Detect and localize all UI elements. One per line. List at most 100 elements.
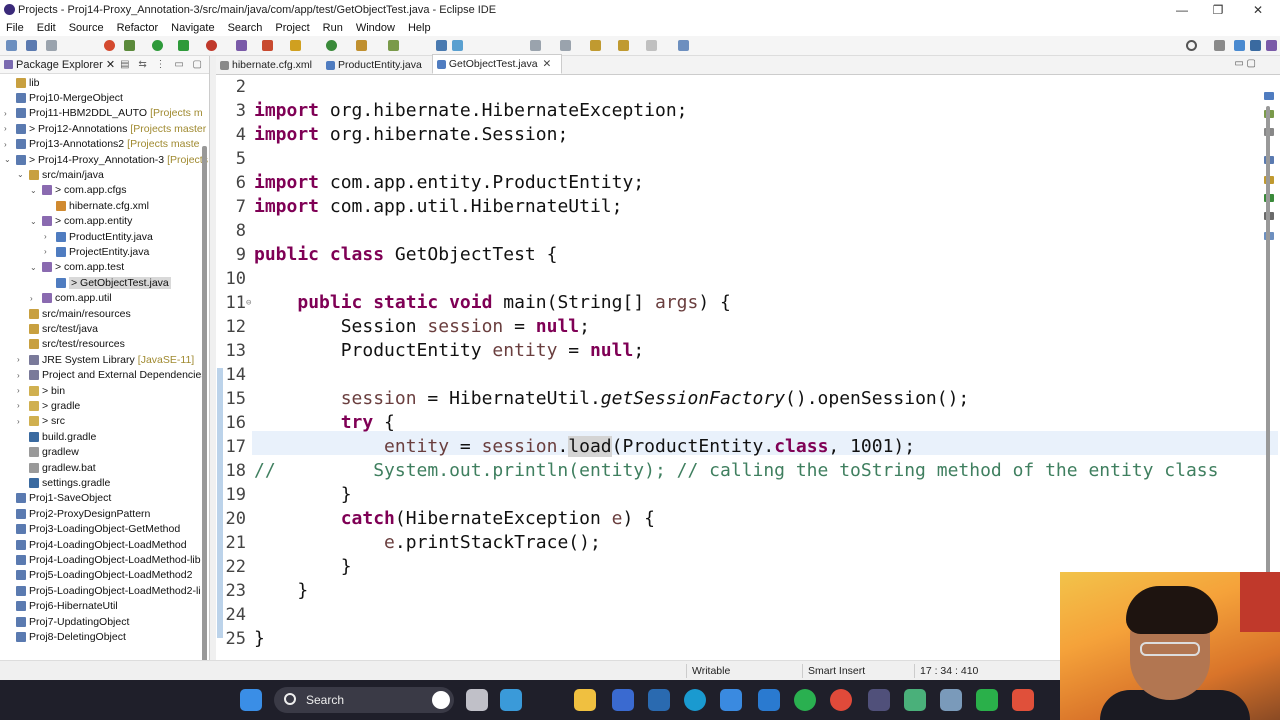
package-explorer-tab[interactable]: Package Explorer ✕ bbox=[0, 58, 119, 71]
menu-edit[interactable]: Edit bbox=[31, 20, 63, 36]
back-icon[interactable] bbox=[618, 40, 629, 51]
tree-vertical-scrollbar[interactable] bbox=[202, 146, 207, 676]
close-icon[interactable]: ✕ bbox=[103, 59, 115, 71]
view-menu-icon[interactable]: ▤ ⇆ ⋮ ▭ ▢ bbox=[120, 59, 205, 70]
tree-item[interactable]: Proj2-ProxyDesignPattern bbox=[16, 506, 150, 521]
new-package-icon[interactable] bbox=[262, 40, 273, 51]
expand-arrow-icon[interactable]: › bbox=[4, 109, 7, 118]
tree-item[interactable]: › ProductEntity.java bbox=[44, 229, 153, 244]
notepad-icon[interactable] bbox=[720, 689, 742, 711]
forward-icon[interactable] bbox=[646, 40, 657, 51]
tree-item[interactable]: settings.gradle bbox=[29, 475, 110, 490]
tree-item[interactable]: Proj5-LoadingObject-LoadMethod2-li bbox=[16, 583, 201, 598]
fold-icon[interactable]: ⊖ bbox=[246, 291, 251, 315]
menu-project[interactable]: Project bbox=[269, 20, 316, 36]
widgets-icon[interactable] bbox=[500, 689, 522, 711]
tree-item[interactable]: › ProjectEntity.java bbox=[44, 244, 149, 259]
next-annotation-icon[interactable] bbox=[530, 40, 541, 51]
expand-arrow-icon[interactable]: › bbox=[30, 294, 33, 303]
expand-arrow-icon[interactable]: › bbox=[17, 386, 20, 395]
new-class-icon[interactable] bbox=[290, 40, 301, 51]
tree-item[interactable]: Proj5-LoadingObject-LoadMethod2 bbox=[16, 568, 192, 583]
expand-arrow-icon[interactable]: › bbox=[44, 247, 47, 256]
tree-item[interactable]: › com.app.util bbox=[30, 291, 112, 306]
open-type-icon[interactable] bbox=[326, 40, 337, 51]
close-tab-icon[interactable]: ✕ bbox=[543, 58, 552, 70]
tree-item[interactable]: Proj8-DeletingObject bbox=[16, 629, 126, 644]
task-view-icon[interactable] bbox=[466, 689, 488, 711]
expand-arrow-icon[interactable]: › bbox=[4, 140, 7, 149]
tree-item[interactable]: build.gradle bbox=[29, 429, 96, 444]
menu-search[interactable]: Search bbox=[222, 20, 270, 36]
tree-item[interactable]: Proj1-SaveObject bbox=[16, 491, 111, 506]
git-perspective-icon[interactable] bbox=[1266, 40, 1277, 51]
edge-icon[interactable] bbox=[684, 689, 706, 711]
expand-arrow-icon[interactable]: › bbox=[44, 232, 47, 241]
vscode-icon[interactable] bbox=[758, 689, 780, 711]
file-explorer-icon[interactable] bbox=[574, 689, 596, 711]
toggle-mark-icon[interactable] bbox=[436, 40, 447, 51]
taskbar-search-input[interactable]: Search bbox=[274, 687, 454, 713]
menu-help[interactable]: Help bbox=[402, 20, 438, 36]
java-perspective-icon[interactable] bbox=[1234, 40, 1245, 51]
menu-refactor[interactable]: Refactor bbox=[111, 20, 166, 36]
run-icon[interactable] bbox=[152, 40, 163, 51]
menu-source[interactable]: Source bbox=[63, 20, 111, 36]
eclipse-taskbar-icon[interactable] bbox=[868, 689, 890, 711]
expand-arrow-icon[interactable]: ⌄ bbox=[30, 217, 37, 226]
tree-item[interactable]: › > gradle bbox=[17, 398, 80, 413]
debug-icon[interactable] bbox=[124, 40, 135, 51]
editor-vertical-scrollbar[interactable] bbox=[1266, 106, 1270, 576]
app-red-icon[interactable] bbox=[1012, 689, 1034, 711]
tree-item[interactable]: > GetObjectTest.java bbox=[56, 275, 171, 290]
debug-perspective-icon[interactable] bbox=[1250, 40, 1261, 51]
external-tools-icon[interactable] bbox=[206, 40, 217, 51]
open-task-icon[interactable] bbox=[356, 40, 367, 51]
tree-item[interactable]: Proj4-LoadingObject-LoadMethod-lib bbox=[16, 552, 201, 567]
tree-item[interactable]: Proj3-LoadingObject-GetMethod bbox=[16, 522, 180, 537]
new-icon[interactable] bbox=[6, 40, 17, 51]
menu-run[interactable]: Run bbox=[317, 20, 350, 36]
editor-minmax-icon[interactable]: ▭ ▢ bbox=[1234, 58, 1256, 69]
save-icon[interactable] bbox=[26, 40, 37, 51]
tree-item[interactable]: src/test/java bbox=[29, 321, 98, 336]
save-all-icon[interactable] bbox=[46, 40, 57, 51]
tree-item[interactable]: › > bin bbox=[17, 383, 65, 398]
expand-arrow-icon[interactable]: › bbox=[17, 401, 20, 410]
expand-arrow-icon[interactable]: ⌄ bbox=[30, 186, 37, 195]
search-toolbar-icon[interactable] bbox=[388, 40, 399, 51]
tree-item[interactable]: › Proj11-HBM2DDL_AUTO [Projects m bbox=[4, 106, 203, 121]
windows-start-icon[interactable] bbox=[240, 689, 262, 711]
tree-item[interactable]: › JRE System Library [JavaSE-11] bbox=[17, 352, 194, 367]
store-icon[interactable] bbox=[612, 689, 634, 711]
menu-file[interactable]: File bbox=[0, 20, 31, 36]
tree-item[interactable]: ⌄ > com.app.entity bbox=[30, 214, 132, 229]
tree-item[interactable]: ⌄ src/main/java bbox=[17, 167, 104, 182]
tree-item[interactable]: ⌄ > Proj14-Proxy_Annotation-3 [Projects bbox=[4, 152, 208, 167]
close-button[interactable]: ✕ bbox=[1240, 0, 1276, 20]
tree-item[interactable]: ⌄ > com.app.cfgs bbox=[30, 183, 127, 198]
tree-item[interactable]: › > src bbox=[17, 414, 65, 429]
coverage-icon[interactable] bbox=[178, 40, 189, 51]
app-icon[interactable] bbox=[940, 689, 962, 711]
tree-item[interactable]: hibernate.cfg.xml bbox=[56, 198, 149, 213]
expand-arrow-icon[interactable]: ⌄ bbox=[30, 263, 37, 272]
tree-item[interactable]: lib bbox=[16, 75, 40, 90]
highlight-icon[interactable] bbox=[452, 40, 463, 51]
tree-item[interactable]: Proj10-MergeObject bbox=[16, 90, 123, 105]
open-perspective-icon[interactable] bbox=[1214, 40, 1225, 51]
search-quick-access-icon[interactable] bbox=[1186, 40, 1197, 51]
notepad-plus-icon[interactable] bbox=[976, 689, 998, 711]
pin-editor-icon[interactable] bbox=[678, 40, 689, 51]
refresh-icon[interactable] bbox=[104, 40, 115, 51]
tree-item[interactable]: Proj6-HibernateUtil bbox=[16, 599, 118, 614]
tree-item[interactable]: ⌄ > com.app.test bbox=[30, 260, 124, 275]
new-java-project-icon[interactable] bbox=[236, 40, 247, 51]
expand-arrow-icon[interactable]: ⌄ bbox=[4, 155, 11, 164]
expand-arrow-icon[interactable]: › bbox=[17, 355, 20, 364]
prev-annotation-icon[interactable] bbox=[560, 40, 571, 51]
tree-item[interactable]: gradlew.bat bbox=[29, 460, 96, 475]
tree-item[interactable]: › Project and External Dependencies bbox=[17, 368, 207, 383]
menu-window[interactable]: Window bbox=[350, 20, 402, 36]
menu-navigate[interactable]: Navigate bbox=[165, 20, 221, 36]
